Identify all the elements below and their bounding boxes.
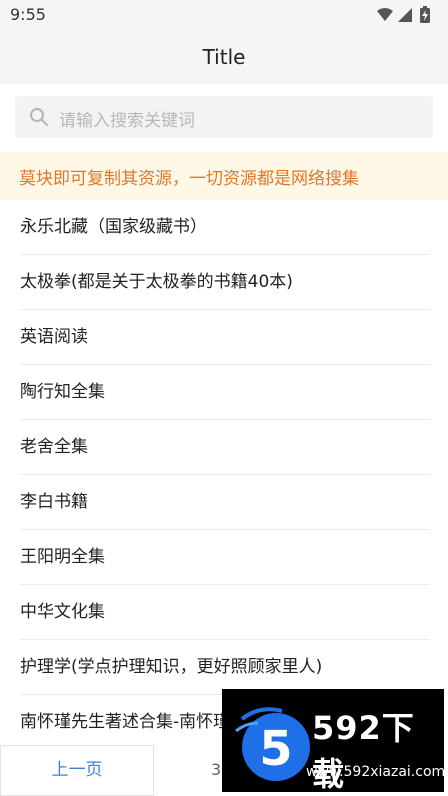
page-title: Title bbox=[202, 45, 246, 69]
watermark: 5 592下载 www.592xiazai.com bbox=[222, 689, 446, 793]
list-item[interactable]: 王阳明全集 bbox=[20, 530, 430, 585]
watermark-title: 592下载 bbox=[312, 709, 415, 793]
list-item-label: 老舍全集 bbox=[20, 437, 88, 457]
list-item-label: 英语阅读 bbox=[20, 327, 88, 347]
prev-page-button[interactable]: 上一页 bbox=[0, 745, 154, 796]
list-item-label: 中华文化集 bbox=[20, 602, 105, 622]
page-indicator: 3 bbox=[211, 760, 222, 779]
list-item[interactable]: 英语阅读 bbox=[20, 310, 430, 365]
wifi-icon bbox=[377, 8, 393, 21]
list-item-label: 永乐北藏（国家级藏书） bbox=[20, 217, 207, 237]
title-bar: Title bbox=[0, 30, 448, 84]
list-item[interactable]: 中华文化集 bbox=[20, 585, 430, 640]
status-icons bbox=[376, 6, 436, 24]
list-item-label: 王阳明全集 bbox=[20, 547, 105, 567]
search-placeholder: 请输入搜索关键词 bbox=[59, 111, 195, 131]
list-item[interactable]: 永乐北藏（国家级藏书） bbox=[20, 200, 430, 255]
list-item-label: 陶行知全集 bbox=[20, 382, 105, 402]
list-item-label: 李白书籍 bbox=[20, 492, 88, 512]
status-bar: 9:55 bbox=[0, 0, 448, 30]
book-list: 永乐北藏（国家级藏书） 太极拳(都是关于太极拳的书籍40本) 英语阅读 陶行知全… bbox=[0, 200, 448, 750]
watermark-url: www.592xiazai.com bbox=[306, 764, 446, 780]
battery-charging-icon bbox=[420, 6, 430, 23]
notice-banner: 莫块即可复制其资源，一切资源都是网络搜集 bbox=[0, 152, 448, 200]
list-item-label: 太极拳(都是关于太极拳的书籍40本) bbox=[20, 272, 293, 292]
cell-signal-icon bbox=[398, 8, 412, 22]
list-item[interactable]: 太极拳(都是关于太极拳的书籍40本) bbox=[20, 255, 430, 310]
list-item[interactable]: 李白书籍 bbox=[20, 475, 430, 530]
status-time: 9:55 bbox=[10, 5, 46, 24]
search-input[interactable]: 请输入搜索关键词 bbox=[15, 96, 433, 138]
notice-text: 莫块即可复制其资源，一切资源都是网络搜集 bbox=[19, 169, 359, 189]
list-item[interactable]: 老舍全集 bbox=[20, 420, 430, 475]
list-item[interactable]: 陶行知全集 bbox=[20, 365, 430, 420]
list-item-label: 护理学(学点护理知识，更好照顾家里人) bbox=[20, 657, 323, 677]
watermark-logo-digit: 5 bbox=[259, 721, 292, 777]
search-icon bbox=[30, 108, 48, 126]
watermark-logo-icon: 5 bbox=[235, 707, 310, 781]
list-item[interactable]: 护理学(学点护理知识，更好照顾家里人) bbox=[20, 640, 430, 695]
